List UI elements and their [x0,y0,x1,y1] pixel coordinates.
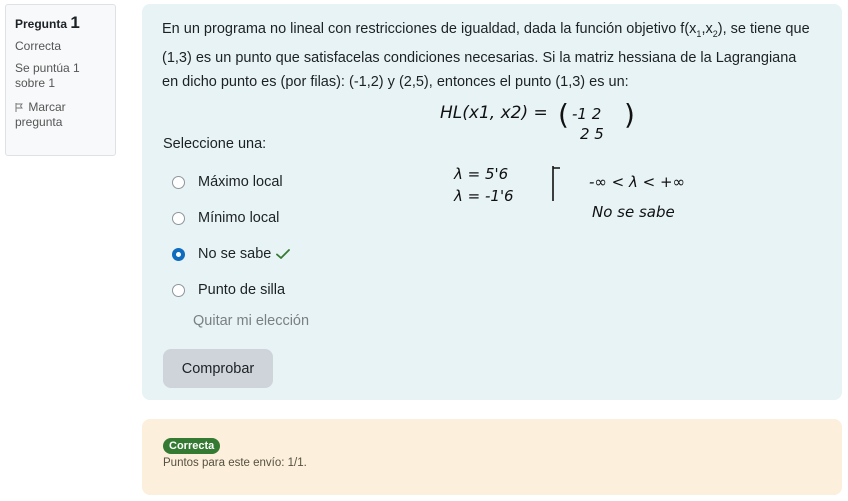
hw-hessian-label: HL(x1, x2) = [440,103,548,123]
question-formulation: En un programa no lineal con restriccion… [142,4,842,400]
flag-icon [15,103,23,112]
hw-matrix-row2: 2 5 [580,125,604,143]
radio-punto-de-silla[interactable] [172,283,185,297]
clear-choice-link[interactable]: Quitar mi elección [193,313,309,329]
question-text-part1: En un programa no lineal con restriccion… [162,21,697,37]
option-punto-de-silla[interactable]: Punto de silla [172,272,291,308]
hw-lambda-1: λ = 5'6 [453,165,508,183]
hw-lambda-2: λ = -1'6 [453,187,514,205]
question-info: Pregunta 1 Correcta Se puntúa 1 sobre 1 … [5,4,116,156]
option-no-se-sabe[interactable]: No se sabe [172,236,291,272]
check-icon [276,249,291,259]
correct-badge: Correcta [163,438,221,454]
flag-question-link[interactable]: Marcar pregunta [15,100,106,130]
answer-prompt: Seleccione una: [163,136,267,152]
question-outcome: Correcta Puntos para este envío: 1/1. [142,419,842,495]
hw-range: -∞ < λ < +∞ [589,173,685,191]
radio-maximo-local[interactable] [172,175,185,189]
option-label: Punto de silla [198,282,286,298]
question-state: Correcta [15,39,62,53]
check-button[interactable]: Comprobar [163,349,273,388]
hw-conclusion: No se sabe [592,203,675,221]
question-number: 1 [70,13,80,32]
option-label: Mínimo local [198,210,280,226]
hw-paren-right: ) [624,98,635,131]
radio-no-se-sabe[interactable] [172,247,185,261]
radio-minimo-local[interactable] [172,211,185,225]
handwritten-notes: HL(x1, x2) = ( -1 2 2 5 ) λ = 5'6 λ = -1… [440,98,685,221]
answer-options: Máximo local Mínimo local No se sabe Pun… [172,164,291,308]
option-label: No se sabe [198,246,272,262]
hw-paren-left: ( [558,98,569,131]
option-label: Máximo local [198,174,283,190]
question-label: Pregunta [15,17,68,31]
question-text-comma: ,x [701,21,713,37]
hw-bracket [552,166,560,201]
option-maximo-local[interactable]: Máximo local [172,164,291,200]
question-number-heading: Pregunta 1 [15,13,106,33]
hw-matrix-row1: -1 2 [572,105,601,123]
question-grade: Se puntúa 1 sobre 1 [15,61,80,90]
points-text: Puntos para este envío: 1/1. [163,457,307,469]
option-minimo-local[interactable]: Mínimo local [172,200,291,236]
question-text: En un programa no lineal con restriccion… [162,17,812,94]
